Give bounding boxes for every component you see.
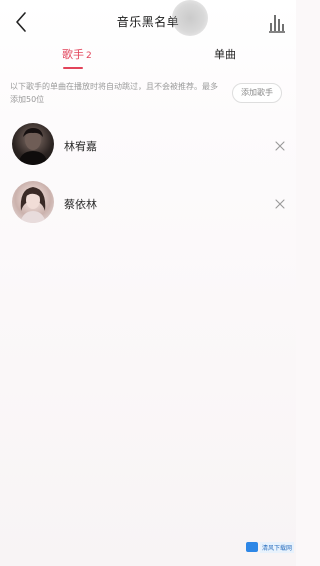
singer-name: 蔡依林 <box>64 198 97 211</box>
close-icon <box>275 141 285 151</box>
tab-singers[interactable]: 歌手 2 <box>62 46 92 62</box>
touch-indicator <box>172 0 208 36</box>
blacklist-notice: 以下歌手的单曲在播放时将自动跳过，且不会被推荐。最多添加50位 <box>10 82 218 104</box>
list-item[interactable]: 林宥嘉 <box>0 123 296 175</box>
bar-chart-icon <box>269 15 285 33</box>
singer-name: 林宥嘉 <box>64 140 97 153</box>
remove-button[interactable] <box>274 137 286 151</box>
singer-photo-icon <box>20 187 46 223</box>
active-tab-indicator <box>63 67 83 69</box>
list-item[interactable]: 蔡依林 <box>0 181 296 233</box>
watermark-logo-icon <box>246 542 258 552</box>
chart-button[interactable] <box>266 13 288 33</box>
header: 音乐黑名单 <box>0 0 296 44</box>
avatar[interactable] <box>12 181 54 223</box>
tab-songs-label: 单曲 <box>214 48 236 61</box>
tab-bar: 歌手 2 单曲 <box>0 44 296 72</box>
singer-photo-icon <box>18 128 48 165</box>
add-singer-button[interactable]: 添加歌手 <box>232 83 282 103</box>
avatar[interactable] <box>12 123 54 165</box>
watermark: 清风下载网 <box>246 541 295 553</box>
close-icon <box>275 199 285 209</box>
tab-songs[interactable]: 单曲 <box>214 46 236 62</box>
tab-singers-count: 2 <box>86 51 92 61</box>
page-title: 音乐黑名单 <box>116 15 180 29</box>
tab-singers-label: 歌手 <box>62 48 84 61</box>
remove-button[interactable] <box>274 195 286 209</box>
screen: 音乐黑名单 歌手 2 单曲 以下歌手的单曲在播放时将自动跳过，且不会被推荐。最多添… <box>0 0 296 566</box>
watermark-text: 清风下载网 <box>260 541 295 553</box>
